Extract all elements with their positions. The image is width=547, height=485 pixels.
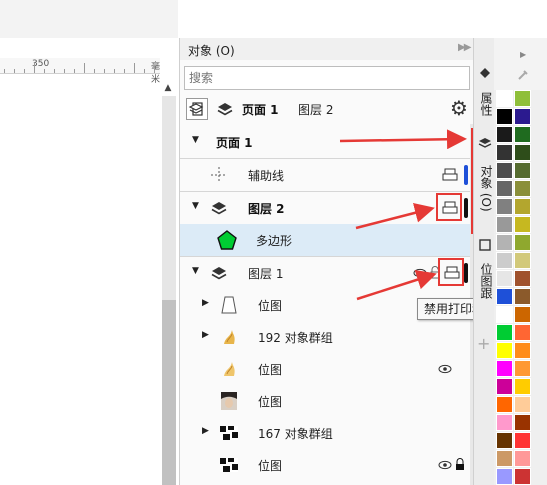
color-swatch[interactable] <box>496 450 513 467</box>
color-swatch[interactable] <box>496 234 513 251</box>
color-swatch[interactable] <box>514 450 531 467</box>
color-swatch[interactable] <box>496 108 513 125</box>
color-swatch[interactable] <box>496 162 513 179</box>
color-swatch[interactable] <box>496 414 513 431</box>
color-swatch[interactable] <box>514 396 531 413</box>
color-swatch[interactable] <box>496 198 513 215</box>
add-tab-icon[interactable]: + <box>477 336 490 352</box>
color-swatch[interactable] <box>514 306 531 323</box>
color-swatch[interactable] <box>496 270 513 287</box>
color-swatch[interactable] <box>496 342 513 359</box>
color-swatch[interactable] <box>514 342 531 359</box>
color-swatch[interactable] <box>514 234 531 251</box>
properties-icon <box>480 68 490 78</box>
color-swatch[interactable] <box>514 90 531 107</box>
color-swatch[interactable] <box>496 306 513 323</box>
color-swatch[interactable] <box>514 432 531 449</box>
color-swatch[interactable] <box>514 108 531 125</box>
annotation-arrows <box>339 129 467 301</box>
color-swatch[interactable] <box>496 396 513 413</box>
palette-header: ▶ <box>494 38 547 90</box>
color-swatch[interactable] <box>514 360 531 377</box>
objects-tab-icon <box>478 138 492 148</box>
color-swatch[interactable] <box>496 252 513 269</box>
color-swatch[interactable] <box>496 144 513 161</box>
color-swatch[interactable] <box>514 270 531 287</box>
color-swatch[interactable] <box>496 378 513 395</box>
color-swatch[interactable] <box>514 378 531 395</box>
color-swatch[interactable] <box>496 360 513 377</box>
color-swatch[interactable] <box>496 180 513 197</box>
color-swatch[interactable] <box>514 198 531 215</box>
color-swatch[interactable] <box>514 414 531 431</box>
tab-bitmap-trace[interactable]: 位图跟 <box>474 258 495 303</box>
color-swatch[interactable] <box>514 180 531 197</box>
color-swatch[interactable] <box>496 432 513 449</box>
tab-objects[interactable]: 对象 (O) <box>474 158 495 218</box>
eyedropper-icon[interactable] <box>516 68 530 82</box>
color-swatch[interactable] <box>514 162 531 179</box>
color-swatch[interactable] <box>496 126 513 143</box>
docker-tab-strip: 属性 对象 (O) 位图跟 + <box>473 38 494 485</box>
color-swatch[interactable] <box>496 288 513 305</box>
color-swatch[interactable] <box>514 324 531 341</box>
color-swatch[interactable] <box>514 288 531 305</box>
bitmap-tab-icon <box>479 239 491 251</box>
color-swatch[interactable] <box>514 144 531 161</box>
color-swatch[interactable] <box>514 252 531 269</box>
color-swatch[interactable] <box>496 90 513 107</box>
tab-properties[interactable]: 属性 <box>474 84 495 124</box>
color-swatch[interactable] <box>496 216 513 233</box>
color-swatch[interactable] <box>496 324 513 341</box>
color-swatch[interactable] <box>514 126 531 143</box>
color-swatch[interactable] <box>496 468 513 485</box>
color-swatch[interactable] <box>514 216 531 233</box>
color-swatch[interactable] <box>514 468 531 485</box>
palette-scroll-up-icon[interactable]: ▶ <box>520 50 526 59</box>
